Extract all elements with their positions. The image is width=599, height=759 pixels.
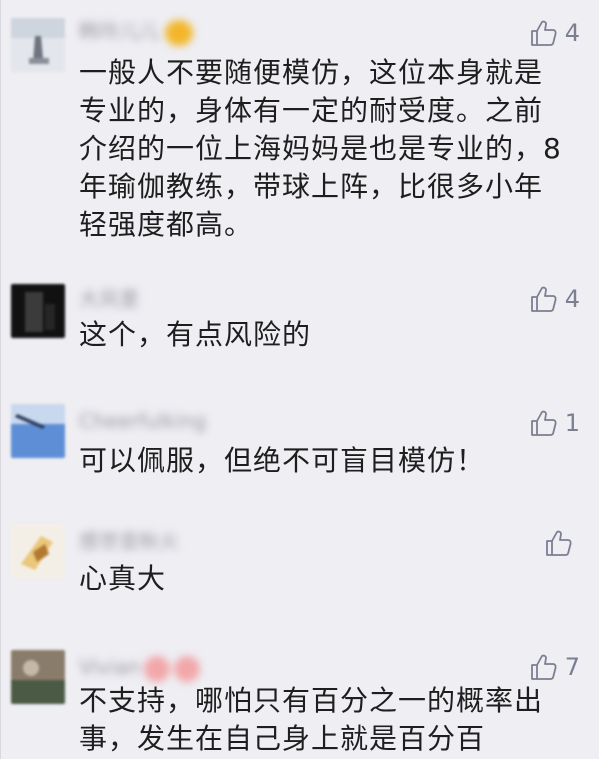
comment-text: 一般人不要随便模仿，这位本身就是 专业的，身体有一定的耐受度。之前 介绍的一位上…: [79, 54, 576, 244]
like-count: 1: [564, 409, 580, 437]
avatar-image: [11, 650, 65, 704]
avatar[interactable]: [11, 524, 65, 578]
like-count: 4: [564, 19, 580, 47]
comment-line: 介绍的一位上海妈妈是也是专业的，8: [79, 132, 562, 165]
like-count: 7: [564, 653, 580, 681]
thumbs-up-icon: [530, 20, 557, 46]
thumbs-up-icon: [546, 530, 572, 556]
comment-text: 不支持，哪怕只有百分之一的概率出 事，发生在自己身上就是百分百: [79, 682, 576, 758]
username-text: 韩玲儿儿: [79, 19, 159, 43]
comment-text: 心真大: [79, 560, 576, 598]
avatar[interactable]: [11, 404, 65, 458]
avatar-image: [11, 18, 65, 72]
username[interactable]: 大风里: [79, 284, 259, 314]
thumbs-up-icon: [530, 410, 557, 436]
username-text: Vivian: [79, 655, 141, 679]
thumbs-up-icon: [530, 654, 557, 680]
comment-item: Cheerfulking 1 可以佩服，但绝不可盲目模仿！: [1, 392, 599, 502]
comment-item: 韩玲儿儿 4 一般人不要随便模仿，这位本身就是 专业的，身体有一定的耐受度。之前…: [1, 0, 599, 250]
comment-line: 不支持，哪怕只有百分之一的概率出: [79, 684, 544, 717]
username-text: 大风里: [79, 287, 139, 311]
pig-emoji-icon: [174, 655, 201, 682]
username[interactable]: 感世音秋火: [79, 526, 259, 556]
username[interactable]: 韩玲儿儿: [79, 16, 259, 46]
username-text: Cheerfulking: [79, 409, 207, 433]
like-button[interactable]: 4: [529, 16, 580, 50]
avatar[interactable]: [11, 18, 65, 72]
emoji-icon: [165, 19, 193, 46]
comment-item: Vivian 7 不支持，哪怕只有百分之一的概率出 事，发生在自己身上就是百分百: [1, 640, 599, 759]
thumbs-up-icon: [530, 286, 557, 312]
avatar-image: [11, 284, 65, 338]
username[interactable]: Cheerfulking: [79, 406, 259, 436]
avatar-image: [11, 404, 65, 458]
comment-text: 这个，有点风险的: [79, 316, 576, 354]
comment-line: 这个，有点风险的: [79, 318, 312, 351]
like-button[interactable]: 1: [529, 406, 580, 440]
like-button[interactable]: 7: [529, 650, 580, 684]
like-button[interactable]: [544, 526, 580, 560]
avatar-image: [11, 524, 65, 578]
comment-line: 年瑜伽教练，带球上阵，比很多小年: [79, 170, 544, 203]
pig-emoji-icon: [144, 655, 171, 682]
comment-text: 可以佩服，但绝不可盲目模仿！: [79, 442, 576, 480]
like-count: 4: [564, 285, 580, 313]
comment-line: 专业的，身体有一定的耐受度。之前: [79, 94, 544, 127]
like-button[interactable]: 4: [529, 282, 580, 316]
comment-item: 感世音秋火 心真大: [1, 512, 599, 622]
avatar[interactable]: [11, 650, 65, 704]
comment-line: 一般人不要随便模仿，这位本身就是: [79, 56, 544, 89]
avatar[interactable]: [11, 284, 65, 338]
comment-line: 心真大: [79, 562, 167, 595]
comment-line: 轻强度都高。: [79, 208, 254, 241]
comment-item: 大风里 4 这个，有点风险的: [1, 270, 599, 380]
username[interactable]: Vivian: [79, 652, 259, 682]
comment-line: 事，发生在自己身上就是百分百: [79, 722, 486, 755]
comment-line: 可以佩服，但绝不可盲目模仿！: [79, 444, 486, 477]
username-text: 感世音秋火: [79, 529, 179, 553]
